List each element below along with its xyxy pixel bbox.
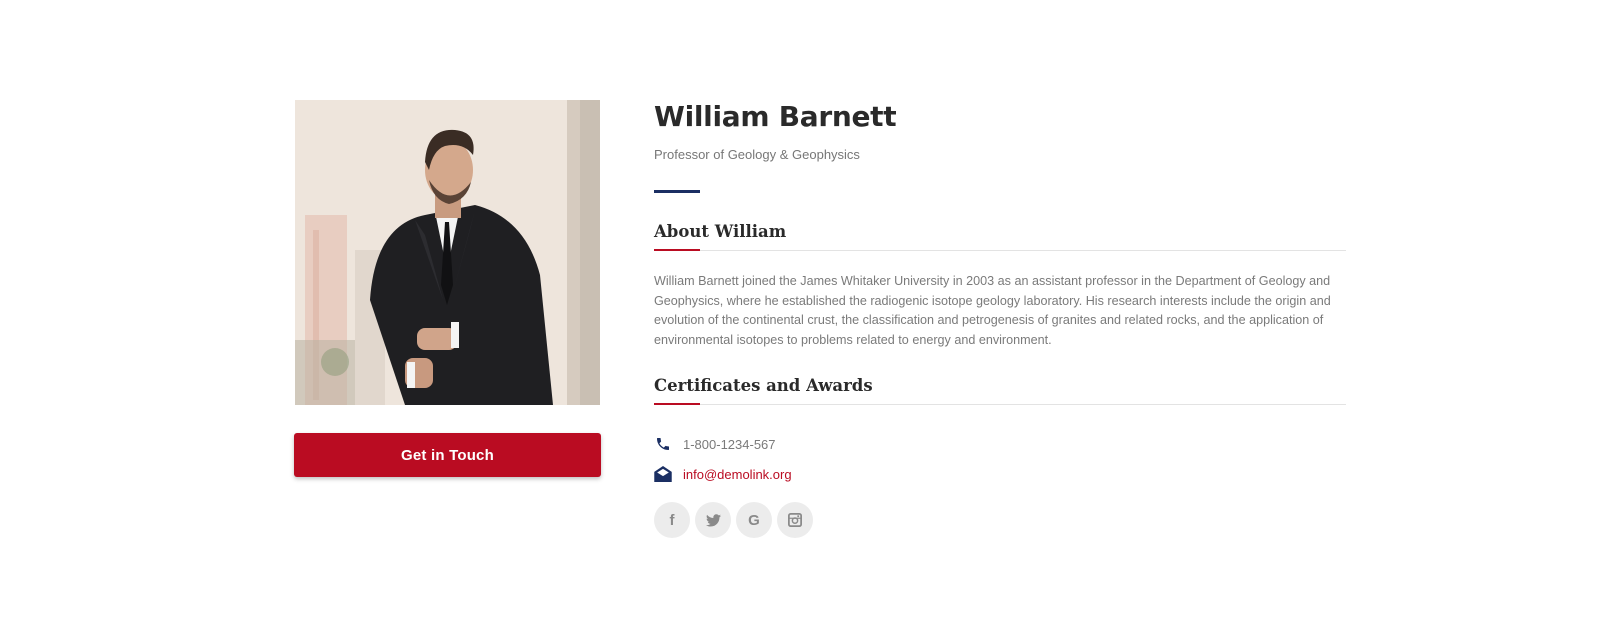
about-divider <box>654 249 1346 251</box>
certificates-heading: Certificates and Awards <box>654 376 873 396</box>
email-link[interactable]: info@demolink.org <box>683 467 792 482</box>
about-heading: About William <box>654 222 787 241</box>
instagram-icon[interactable] <box>777 502 813 539</box>
envelope-open-icon <box>654 465 672 483</box>
contact-email: info@demolink.org <box>654 464 1346 484</box>
google-icon[interactable]: G <box>736 502 772 539</box>
contact-phone: 1-800-1234-567 <box>654 434 1346 454</box>
about-text: William Barnett joined the James Whitake… <box>654 274 1331 347</box>
title-accent-divider <box>654 190 700 193</box>
profile-details: William Barnett Professor of Geology & G… <box>654 100 1346 539</box>
contact-list: 1-800-1234-567 info@demolink.org <box>654 434 1346 484</box>
get-in-touch-button[interactable]: Get in Touch <box>294 433 601 477</box>
profile-photo <box>295 100 600 405</box>
certificates-divider <box>654 403 1346 406</box>
phone-number: 1-800-1234-567 <box>683 436 776 452</box>
profile-name: William Barnett <box>654 100 897 133</box>
profile-role: Professor of Geology & Geophysics <box>654 147 860 162</box>
social-links: f G <box>654 502 1346 539</box>
twitter-icon[interactable] <box>695 502 731 539</box>
phone-icon <box>654 435 672 453</box>
facebook-icon[interactable]: f <box>654 502 690 539</box>
